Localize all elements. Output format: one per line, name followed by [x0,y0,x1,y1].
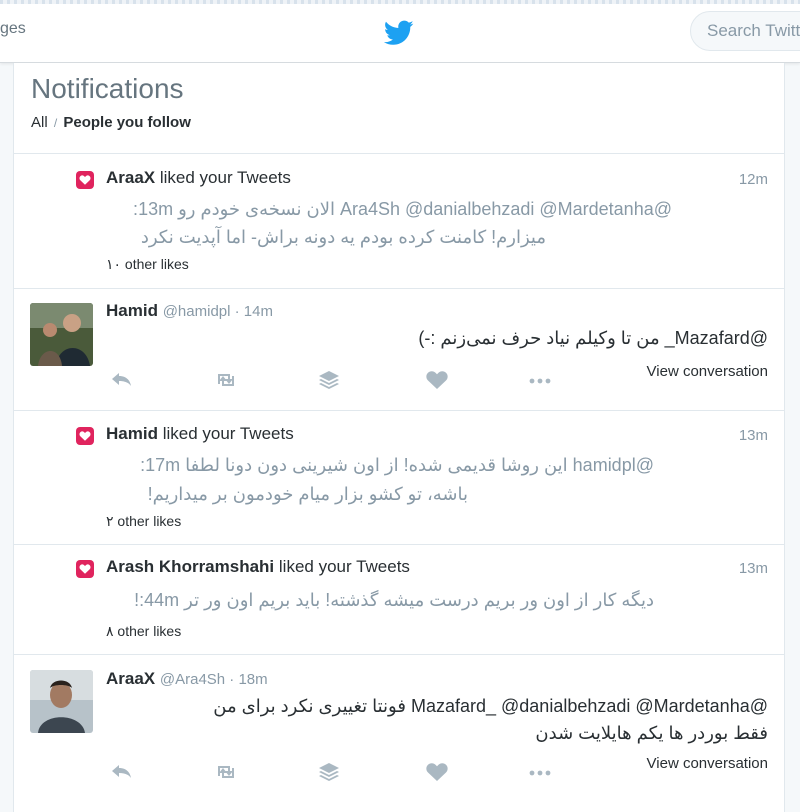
author-name-link[interactable]: AraaX [106,669,155,688]
search-input[interactable]: Search Twitter [690,11,800,51]
stack-icon[interactable] [316,369,342,391]
tweet-text-line: فقط بوردر ها یکم هایلایت شدن [535,723,768,743]
reply-icon[interactable] [109,761,135,783]
liked-tweet-text-line: @hamidpl این روشا قدیمی شده! از اون شیری… [140,455,654,475]
tweet-item[interactable]: Hamid @hamidpl · 14m @Mazafard_ من تا وک… [14,289,784,411]
more-icon[interactable] [527,761,553,783]
other-likes-link[interactable]: ۱۰ other likes [106,256,189,273]
liked-tweet-text-line: @Ara4Sh @danialbehzadi @Mardetanha الان … [133,199,672,219]
more-icon[interactable] [527,369,553,391]
liked-tweet-text-line: میزارم! کامنت کرده بودم یه دونه براش- ام… [140,227,546,247]
filter-separator: / [53,116,58,130]
decorative-border [0,0,800,4]
avatar[interactable] [30,303,93,366]
user-name-link[interactable]: Hamid [106,424,158,443]
notification-item[interactable]: AraaX liked your Tweets 12m @Ara4Sh @dan… [14,154,784,289]
liked-tweet-text-line: دیگه کار از اون ور بریم درست میشه گذشته!… [134,590,654,610]
action-text: liked your Tweets [157,424,294,443]
notification-item[interactable]: Arash Khorramshahi liked your Tweets 13m… [14,545,784,655]
author-handle[interactable]: @hamidpl · 14m [163,303,273,320]
liked-tweet-text-line: باشه، تو کشو بزار میام خودمون بر میداریم… [147,484,468,504]
other-likes-link[interactable]: ۸ other likes [106,623,181,640]
view-conversation-link[interactable]: View conversation [647,363,768,380]
like-icon[interactable] [424,761,450,783]
notifications-header: Notifications All / People you follow [14,63,784,154]
filter-all[interactable]: All [31,114,48,131]
retweet-icon[interactable] [213,369,239,391]
timestamp[interactable]: 12m [739,171,768,188]
tweet-text-line: @Mazafard_ @danialbehzadi @Mardetanha فو… [213,696,768,716]
avatar[interactable] [30,670,93,733]
author-handle[interactable]: @Ara4Sh · 18m [160,671,268,688]
notification-item[interactable]: Hamid liked your Tweets 13m @hamidpl این… [14,411,784,545]
reply-icon[interactable] [109,369,135,391]
timestamp[interactable]: 13m [739,560,768,577]
filter-people-you-follow[interactable]: People you follow [63,114,191,131]
stack-icon[interactable] [316,761,342,783]
user-name-link[interactable]: Arash Khorramshahi [106,557,274,576]
page-title: Notifications [31,73,184,104]
tweet-header: AraaX @Ara4Sh · 18m [106,669,268,689]
notification-summary: Arash Khorramshahi liked your Tweets [106,557,410,577]
twitter-bird-icon[interactable] [384,20,414,46]
heart-icon [76,560,94,578]
user-name-link[interactable]: AraaX [106,168,155,187]
heart-icon [76,171,94,189]
tweet-text: @Mazafard_ من تا وکیلم نیاد حرف نمی‌زنم … [418,328,768,348]
notification-summary: Hamid liked your Tweets [106,424,294,444]
tweet-header: Hamid @hamidpl · 14m [106,301,273,321]
notification-filters: All / People you follow [31,114,191,131]
tweet-item[interactable]: AraaX @Ara4Sh · 18m @Mazafard_ @danialbe… [14,655,784,812]
retweet-icon[interactable] [213,761,239,783]
like-icon[interactable] [424,369,450,391]
other-likes-link[interactable]: ۲ other likes [106,513,181,530]
top-navigation-bar: ges Search Twitter [0,0,800,63]
timestamp[interactable]: 13m [739,427,768,444]
action-text: liked your Tweets [155,168,291,187]
author-name-link[interactable]: Hamid [106,301,158,320]
notification-summary: AraaX liked your Tweets [106,168,291,188]
view-conversation-link[interactable]: View conversation [647,755,768,772]
tweet-actions [106,761,566,783]
action-text: liked your Tweets [274,557,410,576]
nav-messages-link[interactable]: ges [0,20,26,38]
notifications-panel: Notifications All / People you follow Ar… [13,63,785,812]
heart-icon [76,427,94,445]
tweet-actions [106,369,566,391]
